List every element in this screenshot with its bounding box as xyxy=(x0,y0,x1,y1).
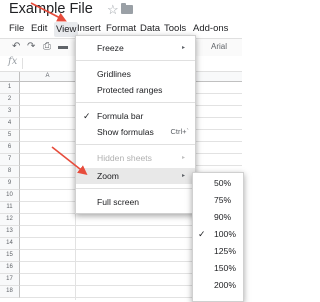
row-header[interactable]: 7 xyxy=(0,154,20,166)
zoom-option-label: 75% xyxy=(214,195,232,205)
row-header[interactable]: 13 xyxy=(0,226,20,238)
row-header[interactable]: 12 xyxy=(0,214,20,226)
menu-divider xyxy=(76,102,195,103)
formula-separator xyxy=(22,58,23,69)
row-header[interactable]: 4 xyxy=(0,118,20,130)
row-header[interactable]: 18 xyxy=(0,286,20,298)
menu-item-label: Protected ranges xyxy=(97,85,163,95)
menu-edit[interactable]: Edit xyxy=(31,23,47,34)
fx-icon: fx xyxy=(8,56,18,67)
menu-item-show-formulas[interactable]: Show formulas Ctrl+` xyxy=(76,124,195,140)
menu-item-label: Gridlines xyxy=(97,69,131,79)
submenu-arrow-icon: ▸ xyxy=(181,155,185,161)
menu-item-zoom[interactable]: Zoom ▸ xyxy=(76,168,195,184)
row-header[interactable]: 9 xyxy=(0,178,20,190)
menu-item-label: Zoom xyxy=(97,171,119,181)
submenu-arrow-icon: ▸ xyxy=(181,45,185,51)
zoom-option-label: 125% xyxy=(214,246,236,256)
redo-icon[interactable]: ↷ xyxy=(27,41,35,52)
shortcut-label: Ctrl+` xyxy=(170,127,189,136)
print-icon[interactable]: ⎙ xyxy=(43,41,51,52)
zoom-option-90[interactable]: 90% xyxy=(193,209,243,225)
menu-divider xyxy=(76,60,195,61)
row-header[interactable]: 11 xyxy=(0,202,20,214)
zoom-option-50[interactable]: 50% xyxy=(193,175,243,191)
zoom-option-label: 100% xyxy=(214,229,236,239)
zoom-option-150[interactable]: 150% xyxy=(193,260,243,276)
menu-add-ons[interactable]: Add-ons xyxy=(193,23,228,34)
row-header[interactable]: 6 xyxy=(0,142,20,154)
menu-divider xyxy=(76,188,195,189)
menu-item-formula-bar[interactable]: ✓ Formula bar xyxy=(76,108,195,124)
menu-divider xyxy=(76,144,195,145)
menu-item-label: Full screen xyxy=(97,197,140,207)
select-all-corner[interactable] xyxy=(0,72,20,82)
menu-item-gridlines[interactable]: Gridlines xyxy=(76,66,195,82)
star-icon[interactable]: ☆ xyxy=(107,2,119,18)
row-header[interactable]: 15 xyxy=(0,250,20,262)
title-bar: Example File ☆ xyxy=(0,0,242,22)
menu-item-label: Hidden sheets xyxy=(97,153,152,163)
zoom-option-200[interactable]: 200% xyxy=(193,277,243,293)
row-header[interactable]: 2 xyxy=(0,94,20,106)
zoom-option-label: 150% xyxy=(214,263,236,273)
checkmark-icon: ✓ xyxy=(83,111,91,121)
menu-item-protected-ranges[interactable]: Protected ranges xyxy=(76,82,195,98)
zoom-option-label: 200% xyxy=(214,280,236,290)
menu-item-label: Show formulas xyxy=(97,127,154,137)
menu-item-hidden-sheets: Hidden sheets ▸ xyxy=(76,150,195,166)
document-title[interactable]: Example File xyxy=(9,1,93,17)
menu-tools[interactable]: Tools xyxy=(164,23,186,34)
zoom-submenu: 50% 75% 90% ✓ 100% 125% 150% 200% xyxy=(192,172,244,302)
paint-format-icon[interactable]: ▬ xyxy=(58,41,68,52)
zoom-option-125[interactable]: 125% xyxy=(193,243,243,259)
row-header[interactable]: 8 xyxy=(0,166,20,178)
submenu-arrow-icon: ▸ xyxy=(181,173,185,179)
menu-file[interactable]: File xyxy=(9,23,24,34)
menu-data[interactable]: Data xyxy=(140,23,160,34)
row-header[interactable]: 1 xyxy=(0,82,20,94)
zoom-option-100[interactable]: ✓ 100% xyxy=(193,226,243,242)
menu-item-label: Freeze xyxy=(97,43,124,53)
row-header[interactable]: 10 xyxy=(0,190,20,202)
row-header[interactable]: 5 xyxy=(0,130,20,142)
menu-item-freeze[interactable]: Freeze ▸ xyxy=(76,40,195,56)
undo-icon[interactable]: ↶ xyxy=(12,41,20,52)
row-header[interactable]: 17 xyxy=(0,274,20,286)
checkmark-icon: ✓ xyxy=(198,229,206,239)
zoom-option-label: 50% xyxy=(214,178,232,188)
zoom-option-75[interactable]: 75% xyxy=(193,192,243,208)
font-selector[interactable]: Arial xyxy=(211,42,227,51)
menu-item-full-screen[interactable]: Full screen xyxy=(76,194,195,210)
menu-item-label: Formula bar xyxy=(97,111,144,121)
row-header[interactable]: 3 xyxy=(0,106,20,118)
folder-icon[interactable] xyxy=(121,3,133,14)
menu-insert[interactable]: Insert xyxy=(77,23,101,34)
column-header-a[interactable]: A xyxy=(20,72,76,82)
view-menu-dropdown: Freeze ▸ Gridlines Protected ranges ✓ Fo… xyxy=(75,35,196,214)
zoom-option-label: 90% xyxy=(214,212,232,222)
row-header[interactable]: 14 xyxy=(0,238,20,250)
menu-format[interactable]: Format xyxy=(106,23,136,34)
row-header[interactable]: 16 xyxy=(0,262,20,274)
